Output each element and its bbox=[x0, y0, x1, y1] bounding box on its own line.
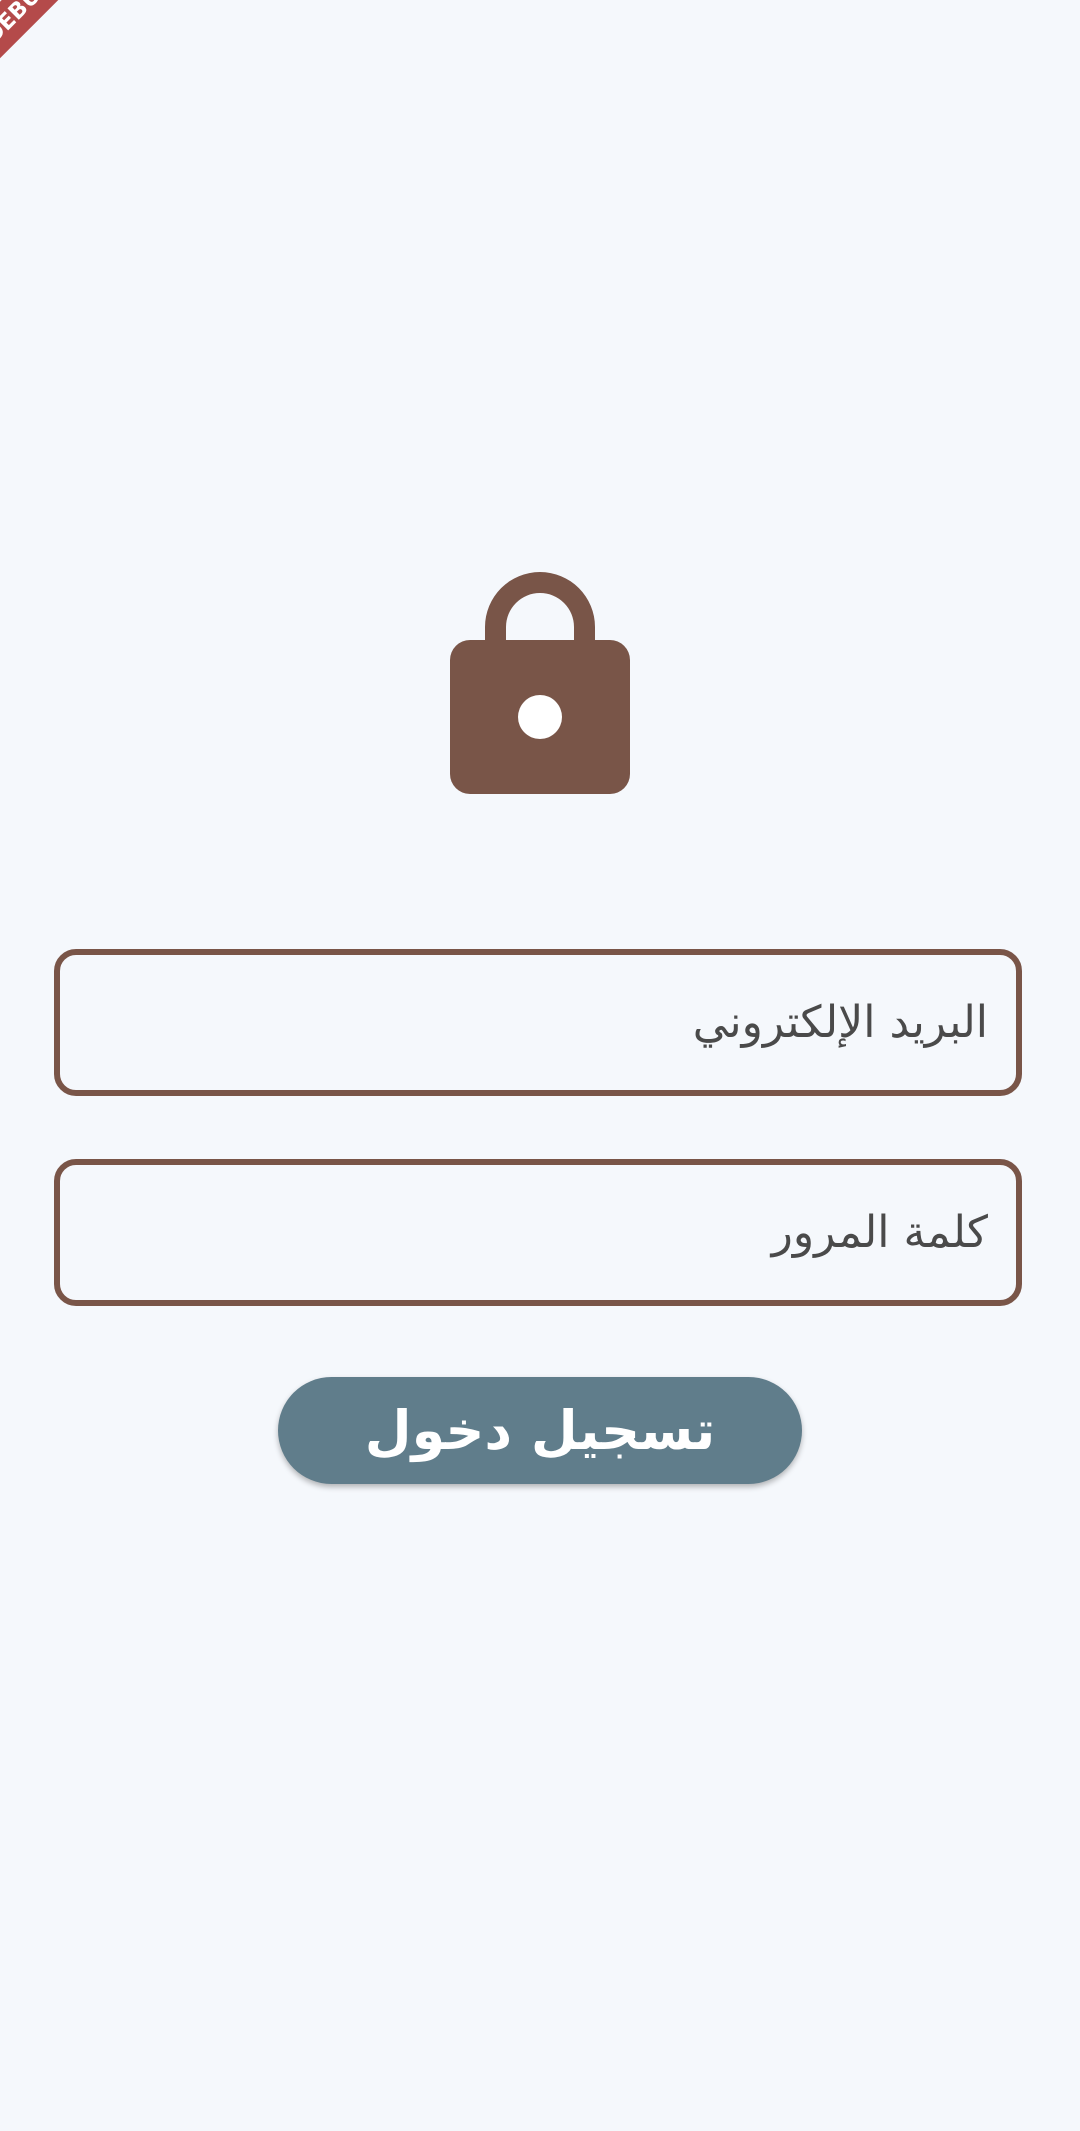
email-field[interactable] bbox=[54, 949, 1022, 1096]
password-field[interactable] bbox=[54, 1159, 1022, 1306]
lock-icon bbox=[450, 572, 630, 794]
password-input[interactable] bbox=[60, 1165, 1016, 1300]
email-input[interactable] bbox=[60, 955, 1016, 1090]
debug-banner: DEBUG bbox=[0, 0, 91, 81]
login-button[interactable]: تسجيل دخول bbox=[278, 1377, 802, 1484]
